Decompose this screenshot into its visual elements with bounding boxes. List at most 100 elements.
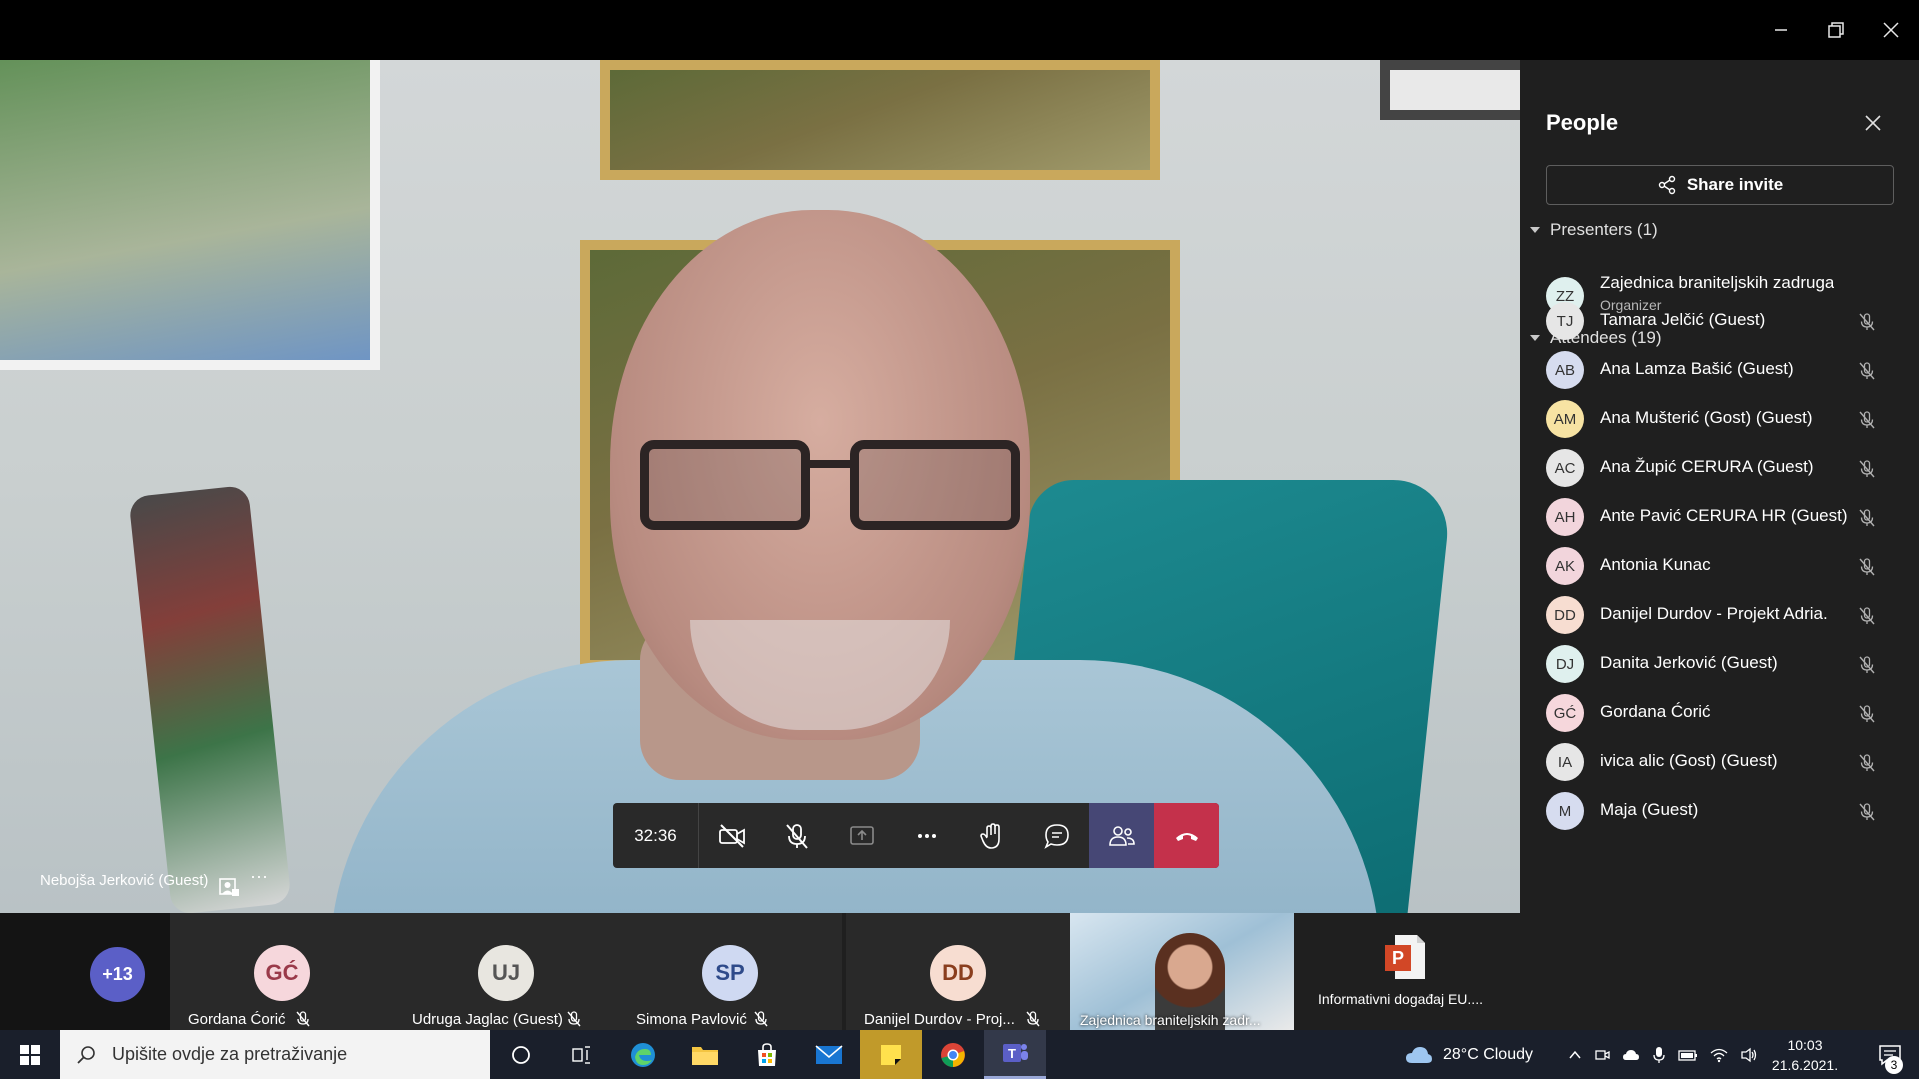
more-actions-icon[interactable] <box>894 803 959 868</box>
chevron-down-icon <box>1530 227 1540 233</box>
more-options-icon[interactable]: ··· <box>250 866 268 887</box>
participant-name: Ana Mušterić (Gost) (Guest) <box>1600 408 1813 427</box>
microphone-icon[interactable] <box>1652 1046 1666 1064</box>
close-icon[interactable] <box>1873 12 1909 48</box>
participant-tile[interactable]: SP Simona Pavlović <box>618 913 842 1030</box>
mail-icon[interactable] <box>798 1030 860 1079</box>
avatar: AC <box>1546 449 1584 487</box>
taskbar-clock[interactable]: 10:03 21.6.2021. <box>1765 1035 1845 1075</box>
weather-widget[interactable]: 28°C Cloudy <box>1405 1030 1533 1079</box>
mic-muted-icon <box>1859 656 1875 674</box>
teams-icon[interactable]: T <box>984 1030 1046 1079</box>
microsoft-store-icon[interactable] <box>736 1030 798 1079</box>
search-icon <box>77 1045 95 1064</box>
svg-text:T: T <box>1008 1046 1016 1061</box>
mic-muted-icon <box>1859 754 1875 772</box>
pin-user-icon[interactable] <box>218 876 240 898</box>
background-fabric <box>128 484 292 913</box>
battery-icon[interactable] <box>1678 1048 1698 1062</box>
restore-icon[interactable] <box>1818 12 1854 48</box>
participant-name: Antonia Kunac <box>1600 555 1711 574</box>
avatar: AM <box>1546 400 1584 438</box>
chat-icon[interactable] <box>1024 803 1089 868</box>
search-placeholder: Upišite ovdje za pretraživanje <box>112 1044 348 1064</box>
avatar: DD <box>930 945 986 1001</box>
system-tray <box>1568 1030 1758 1079</box>
mic-muted-icon <box>1859 509 1875 527</box>
minimize-icon[interactable] <box>1763 12 1799 48</box>
clock-time: 10:03 <box>1787 1037 1823 1053</box>
avatar: IA <box>1546 743 1584 781</box>
participant-name: Danita Jerković (Guest) <box>1600 653 1778 672</box>
panel-title: People <box>1546 110 1619 135</box>
weather-text: 28°C Cloudy <box>1443 1045 1533 1063</box>
participant-tile[interactable]: GĆ Gordana Ćorić <box>170 913 394 1030</box>
presentation-tile[interactable]: P Informativni događaj EU.... <box>1294 913 1520 1030</box>
meeting-timer: 32:36 <box>613 803 699 868</box>
avatar: M <box>1546 792 1584 830</box>
chrome-icon[interactable] <box>922 1030 984 1079</box>
svg-text:P: P <box>1392 948 1404 968</box>
participant-name: Tamara Jelčić (Guest) <box>1600 310 1766 329</box>
chevron-up-icon[interactable] <box>1568 1048 1582 1062</box>
camera-off-icon[interactable] <box>699 803 764 868</box>
share-screen-icon[interactable] <box>829 803 894 868</box>
mic-off-icon[interactable] <box>764 803 829 868</box>
background-painting <box>600 60 1160 180</box>
windows-taskbar: Upišite ovdje za pretraživanje T 28°C Cl… <box>0 1030 1919 1079</box>
title-bar <box>0 0 1919 60</box>
mic-muted-icon <box>1859 705 1875 723</box>
background-certificate <box>1380 60 1520 120</box>
sticky-notes-icon[interactable] <box>860 1030 922 1079</box>
file-explorer-icon[interactable] <box>674 1030 736 1079</box>
raise-hand-icon[interactable] <box>959 803 1024 868</box>
participant-name: Danijel Durdov - Projekt Adria. <box>1600 604 1828 623</box>
mic-muted-icon <box>567 1011 581 1027</box>
speaker-name: Nebojša Jerković (Guest) <box>40 872 209 889</box>
participant-name: Maja (Guest) <box>1600 800 1699 819</box>
avatar: TJ <box>1546 302 1584 340</box>
participant-name: Ana Župić CERURA (Guest) <box>1600 457 1814 476</box>
people-icon[interactable] <box>1089 803 1154 868</box>
shared-content-tile[interactable]: Zajednica braniteljskih zadr... <box>1070 913 1294 1030</box>
onedrive-icon[interactable] <box>1622 1048 1640 1062</box>
mic-muted-icon <box>1859 411 1875 429</box>
participant-strip: +13 GĆ Gordana Ćorić UJ Udruga Jaglac (G… <box>0 913 1520 1030</box>
more-participants-count[interactable]: +13 <box>90 947 145 1002</box>
mic-muted-icon <box>296 1011 310 1027</box>
teams-window: Nebojša Jerković (Guest) ··· 32:36 +13 G… <box>0 0 1919 1079</box>
participant-name: Simona Pavlović <box>636 1011 747 1028</box>
presentation-name: Informativni događaj EU.... <box>1318 991 1483 1007</box>
attendee-row[interactable]: M Maja (Guest) <box>1520 780 1919 840</box>
mic-muted-icon <box>1859 803 1875 821</box>
presenters-label: Presenters (1) <box>1550 220 1658 239</box>
mic-muted-icon <box>1859 607 1875 625</box>
close-panel-icon[interactable] <box>1862 112 1884 134</box>
participant-name: Gordana Ćorić <box>188 1011 286 1028</box>
windows-start-icon[interactable] <box>0 1030 60 1079</box>
volume-icon[interactable] <box>1740 1047 1758 1063</box>
more-participants-tile[interactable]: +13 <box>0 913 170 1030</box>
participant-tile[interactable]: UJ Udruga Jaglac (Guest) <box>394 913 618 1030</box>
edge-icon[interactable] <box>612 1030 674 1079</box>
clock-date: 21.6.2021. <box>1771 1057 1839 1073</box>
mic-muted-icon <box>1859 558 1875 576</box>
share-icon <box>1658 175 1676 195</box>
meeting-controls: 32:36 <box>613 803 1219 868</box>
share-invite-button[interactable]: Share invite <box>1546 165 1894 205</box>
task-view-icon[interactable] <box>550 1030 612 1079</box>
hang-up-icon[interactable] <box>1154 803 1219 868</box>
avatar: GĆ <box>1546 694 1584 732</box>
avatar: UJ <box>478 945 534 1001</box>
wifi-icon[interactable] <box>1710 1047 1728 1063</box>
presenters-section-toggle[interactable]: Presenters (1) <box>1530 220 1658 240</box>
cloud-icon <box>1406 1046 1432 1063</box>
avatar: SP <box>702 945 758 1001</box>
mic-muted-icon <box>1859 362 1875 380</box>
participant-tile[interactable]: DD Danijel Durdov - Proj... <box>846 913 1070 1030</box>
cortana-icon[interactable] <box>490 1030 552 1079</box>
notification-count: 3 <box>1885 1056 1903 1074</box>
meet-now-icon[interactable] <box>1594 1047 1610 1063</box>
avatar: AH <box>1546 498 1584 536</box>
taskbar-search-box[interactable]: Upišite ovdje za pretraživanje <box>60 1030 490 1079</box>
